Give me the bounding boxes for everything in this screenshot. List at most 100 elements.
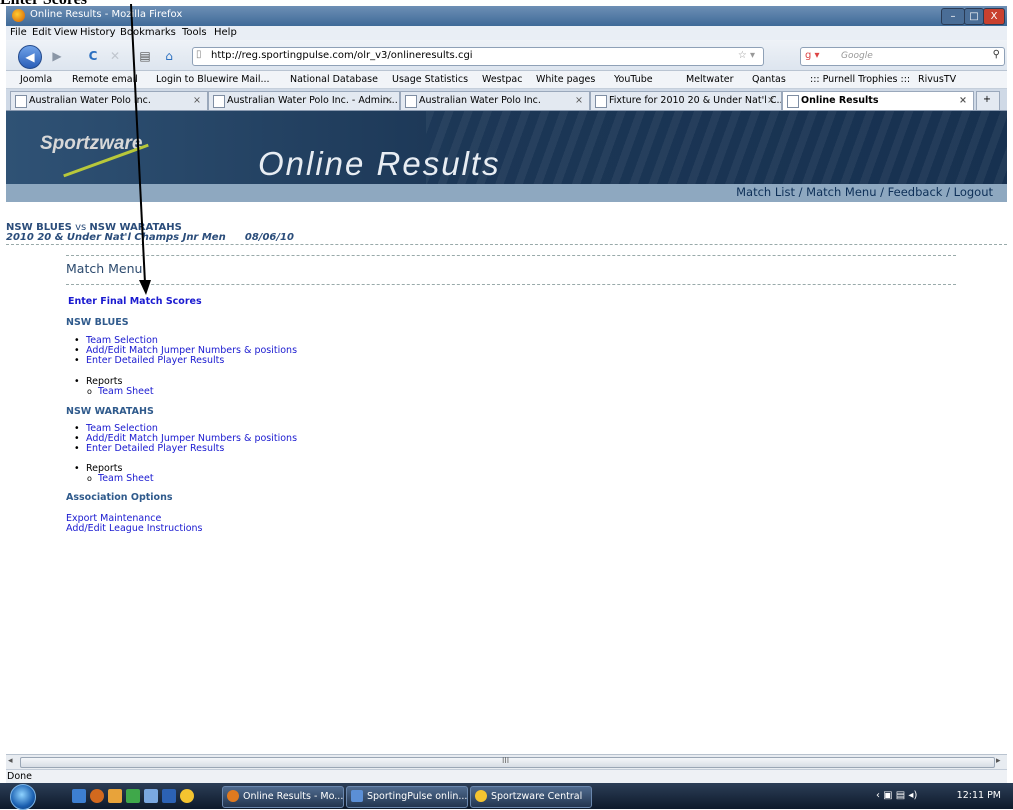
menu-tools[interactable]: Tools	[182, 27, 207, 38]
tab-bar: Australian Water Polo Inc. × Australian W…	[6, 89, 1007, 111]
maximize-button[interactable]: □	[964, 8, 984, 25]
tab-awp-admin[interactable]: Australian Water Polo Inc. - Admin... ×	[208, 91, 400, 110]
address-bar[interactable]: ▯ http://reg.sportingpulse.com/olr_v3/on…	[192, 47, 764, 66]
bookmark-qantas[interactable]: Qantas	[752, 74, 786, 85]
quicklaunch-icon[interactable]	[180, 789, 194, 803]
menu-bookmarks[interactable]: Bookmarks	[120, 27, 176, 38]
back-icon[interactable]: ◀	[18, 45, 42, 69]
firefox-icon	[12, 9, 25, 22]
subnav-links[interactable]: Match List / Match Menu / Feedback / Log…	[736, 185, 993, 199]
search-input[interactable]: g ▾ Google ⚲	[800, 47, 1005, 66]
team1-team-sheet-link[interactable]: Team Sheet	[87, 386, 154, 397]
tab-fixture[interactable]: Fixture for 2010 20 & Under Nat'l C... ×	[590, 91, 782, 110]
forward-icon[interactable]: ▶	[46, 45, 68, 67]
firefox-icon	[227, 790, 239, 802]
taskbar-sportingpulse[interactable]: SportingPulse onlin...	[346, 786, 468, 808]
print-icon[interactable]: ▤	[134, 45, 156, 67]
page-icon	[213, 95, 225, 108]
banner-title: Online Results	[258, 145, 501, 182]
menu-history[interactable]: History	[80, 27, 116, 38]
site-banner: Sportzware Online Results	[6, 111, 1007, 184]
page-icon	[405, 95, 417, 108]
status-text: Done	[7, 771, 32, 782]
page-icon	[15, 95, 27, 108]
bookmark-white-pages[interactable]: White pages	[536, 74, 595, 85]
start-button[interactable]	[10, 784, 36, 810]
quicklaunch-icon[interactable]	[144, 789, 158, 803]
bookmark-usage-statistics[interactable]: Usage Statistics	[392, 74, 468, 85]
tab-online-results[interactable]: Online Results ×	[782, 91, 974, 110]
new-tab-button[interactable]: +	[976, 91, 1000, 110]
menu-file[interactable]: File	[10, 27, 27, 38]
bookmark-joomla[interactable]: Joomla	[20, 74, 52, 85]
tab-awp-1[interactable]: Australian Water Polo Inc. ×	[10, 91, 208, 110]
bookmark-bluewire[interactable]: Login to Bluewire Mail...	[156, 74, 270, 85]
scroll-left-icon[interactable]: ◂	[8, 756, 13, 766]
page-icon	[595, 95, 607, 108]
window-title: Online Results - Mozilla Firefox	[30, 9, 183, 20]
close-button[interactable]: X	[983, 8, 1005, 25]
menu-bar: File Edit View History Bookmarks Tools H…	[6, 26, 1007, 40]
team1-section-title: NSW BLUES	[66, 317, 129, 328]
url-text: http://reg.sportingpulse.com/olr_v3/onli…	[211, 50, 473, 61]
clock[interactable]: 12:11 PM	[957, 790, 1001, 801]
page-icon: ▯	[196, 49, 202, 60]
quicklaunch-icon[interactable]	[162, 789, 176, 803]
divider	[66, 284, 956, 285]
menu-view[interactable]: View	[54, 27, 78, 38]
app-icon	[475, 790, 487, 802]
sub-navigation: Match List / Match Menu / Feedback / Log…	[6, 184, 1007, 202]
bookmark-rivustv[interactable]: RivusTV	[918, 74, 956, 85]
navigation-toolbar: ◀ ▶ C ✕ ▤ ⌂ ▯ http://reg.sportingpulse.c…	[6, 40, 1007, 71]
menu-edit[interactable]: Edit	[32, 27, 51, 38]
horizontal-scrollbar[interactable]: ◂ III ▸	[6, 754, 1007, 769]
tab-close-icon[interactable]: ×	[193, 95, 201, 106]
status-bar: Done	[6, 769, 1007, 784]
quicklaunch-icon[interactable]	[126, 789, 140, 803]
bookmarks-bar: Joomla Remote email Login to Bluewire Ma…	[6, 71, 1007, 89]
team1-player-results-link[interactable]: Enter Detailed Player Results	[74, 355, 224, 366]
scroll-right-icon[interactable]: ▸	[996, 756, 1001, 766]
tab-close-icon[interactable]: ×	[385, 95, 393, 106]
enter-final-scores-link[interactable]: Enter Final Match Scores	[68, 296, 202, 307]
google-icon[interactable]: g ▾	[805, 50, 820, 61]
tab-awp-2[interactable]: Australian Water Polo Inc. ×	[400, 91, 590, 110]
home-icon[interactable]: ⌂	[158, 45, 180, 67]
team2-section-title: NSW WARATAHS	[66, 406, 154, 417]
stop-icon[interactable]: ✕	[104, 45, 126, 67]
search-placeholder: Google	[841, 51, 873, 61]
tab-close-icon[interactable]: ×	[959, 95, 967, 106]
bookmark-westpac[interactable]: Westpac	[482, 74, 522, 85]
bookmark-national-database[interactable]: National Database	[290, 74, 378, 85]
show-desktop-icon[interactable]	[72, 789, 86, 803]
association-options-title: Association Options	[66, 492, 173, 503]
menu-help[interactable]: Help	[214, 27, 237, 38]
divider	[66, 255, 956, 256]
reload-icon[interactable]: C	[82, 45, 104, 67]
taskbar-online-results[interactable]: Online Results - Mo...	[222, 786, 344, 808]
page-title: Match Menu	[66, 261, 143, 276]
quicklaunch-icon[interactable]	[108, 789, 122, 803]
bookmark-youtube[interactable]: YouTube	[614, 74, 653, 85]
taskbar: Online Results - Mo... SportingPulse onl…	[0, 783, 1013, 810]
tab-close-icon[interactable]: ×	[575, 95, 583, 106]
competition-name: 2010 20 & Under Nat'l Champs Jnr Men	[6, 232, 226, 243]
minimize-button[interactable]: –	[941, 8, 965, 25]
window-icon	[351, 790, 363, 802]
bookmark-remote-email[interactable]: Remote email	[72, 74, 138, 85]
firefox-quicklaunch-icon[interactable]	[90, 789, 104, 803]
bookmark-meltwater[interactable]: Meltwater	[686, 74, 733, 85]
page-icon	[787, 95, 799, 108]
star-icon[interactable]: ☆ ▾	[738, 50, 755, 61]
team2-player-results-link[interactable]: Enter Detailed Player Results	[74, 443, 224, 454]
tab-close-icon[interactable]: ×	[767, 95, 775, 106]
league-instructions-link[interactable]: Add/Edit League Instructions	[66, 523, 203, 534]
bookmark-purnell-trophies[interactable]: ::: Purnell Trophies :::	[810, 74, 910, 85]
taskbar-sportzware-central[interactable]: Sportzware Central	[470, 786, 592, 808]
match-date: 08/06/10	[244, 232, 294, 243]
search-icon[interactable]: ⚲	[993, 49, 1000, 60]
team2-team-sheet-link[interactable]: Team Sheet	[87, 473, 154, 484]
window-titlebar: Online Results - Mozilla Firefox – □ X	[6, 6, 1007, 26]
divider	[6, 244, 1007, 245]
tray-icons[interactable]: ‹ ▣ ▤ ◂)	[876, 790, 917, 801]
